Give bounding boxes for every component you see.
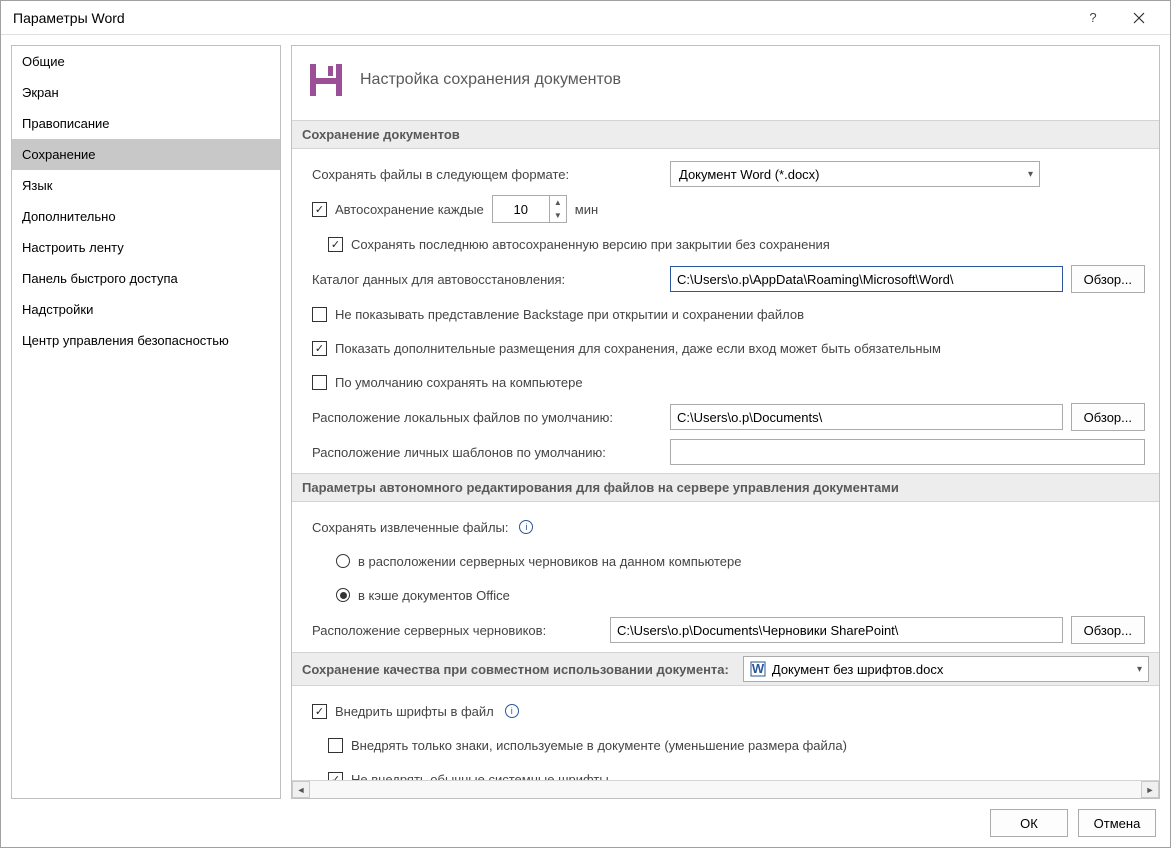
info-icon[interactable]: i	[519, 520, 533, 534]
ok-button[interactable]: ОК	[990, 809, 1068, 837]
scroll-left-icon[interactable]: ◄	[292, 781, 310, 798]
close-icon	[1133, 12, 1145, 24]
section-offline-editing: Параметры автономного редактирования для…	[292, 473, 1159, 502]
sharing-quality-label: Сохранение качества при совместном испол…	[302, 662, 729, 677]
info-icon[interactable]: i	[505, 704, 519, 718]
sidebar-item-3[interactable]: Сохранение	[12, 139, 280, 170]
server-drafts-path-label: Расположение серверных черновиков:	[312, 623, 602, 638]
default-local-browse-button[interactable]: Обзор...	[1071, 403, 1145, 431]
default-local-path-label: Расположение локальных файлов по умолчан…	[312, 410, 662, 425]
office-document-cache-radio[interactable]	[336, 588, 350, 602]
embed-fonts-checkbox[interactable]	[312, 704, 327, 719]
cancel-button[interactable]: Отмена	[1078, 809, 1156, 837]
autorecover-path-label: Каталог данных для автовосстановления:	[312, 272, 662, 287]
sidebar-item-5[interactable]: Дополнительно	[12, 201, 280, 232]
autorecover-browse-button[interactable]: Обзор...	[1071, 265, 1145, 293]
sidebar-item-6[interactable]: Настроить ленту	[12, 232, 280, 263]
autosave-minutes-input[interactable]	[493, 196, 549, 222]
save-icon	[306, 60, 346, 100]
sidebar-item-4[interactable]: Язык	[12, 170, 280, 201]
show-additional-places-checkbox[interactable]	[312, 341, 327, 356]
document-select[interactable]: W Документ без шрифтов.docx	[743, 656, 1149, 682]
server-drafts-location-label: в расположении серверных черновиков на д…	[358, 554, 741, 569]
server-drafts-location-radio[interactable]	[336, 554, 350, 568]
save-to-computer-checkbox[interactable]	[312, 375, 327, 390]
page-title: Настройка сохранения документов	[360, 71, 621, 89]
word-doc-icon: W	[750, 661, 766, 677]
save-format-select[interactable]: Документ Word (*.docx)	[670, 161, 1040, 187]
no-backstage-label: Не показывать представление Backstage пр…	[335, 307, 804, 322]
embed-subset-checkbox[interactable]	[328, 738, 343, 753]
server-drafts-path-input[interactable]	[610, 617, 1063, 643]
no-backstage-checkbox[interactable]	[312, 307, 327, 322]
dialog-footer: ОК Отмена	[1, 799, 1170, 847]
word-options-dialog: Параметры Word ? ОбщиеЭкранПравописаниеС…	[0, 0, 1171, 848]
dialog-body: ОбщиеЭкранПравописаниеСохранениеЯзыкДопо…	[1, 35, 1170, 799]
autosave-label: Автосохранение каждые	[335, 202, 484, 217]
save-checked-out-label: Сохранять извлеченные файлы:	[312, 520, 508, 535]
show-additional-places-label: Показать дополнительные размещения для с…	[335, 341, 941, 356]
page-header: Настройка сохранения документов	[306, 60, 1145, 100]
section-sharing-quality: Сохранение качества при совместном испол…	[292, 652, 1159, 686]
sidebar-item-9[interactable]: Центр управления безопасностью	[12, 325, 280, 356]
keep-last-autosave-label: Сохранять последнюю автосохраненную верс…	[351, 237, 830, 252]
no-system-fonts-label: Не внедрять обычные системные шрифты	[351, 772, 609, 781]
personal-templates-input[interactable]	[670, 439, 1145, 465]
spinner-up-icon[interactable]: ▲	[550, 196, 566, 209]
spinner-down-icon[interactable]: ▼	[550, 209, 566, 222]
titlebar: Параметры Word ?	[1, 1, 1170, 35]
autosave-minutes-spinner[interactable]: ▲ ▼	[492, 195, 567, 223]
no-system-fonts-checkbox[interactable]	[328, 772, 343, 781]
autosave-checkbox[interactable]	[312, 202, 327, 217]
personal-templates-label: Расположение личных шаблонов по умолчани…	[312, 445, 662, 460]
close-button[interactable]	[1116, 2, 1162, 34]
sidebar-item-2[interactable]: Правописание	[12, 108, 280, 139]
help-button[interactable]: ?	[1070, 2, 1116, 34]
keep-last-autosave-checkbox[interactable]	[328, 237, 343, 252]
autorecover-path-input[interactable]	[670, 266, 1063, 292]
content-panel: Настройка сохранения документов Сохранен…	[291, 45, 1160, 799]
sidebar-item-1[interactable]: Экран	[12, 77, 280, 108]
svg-text:W: W	[752, 661, 765, 676]
sidebar-item-0[interactable]: Общие	[12, 46, 280, 77]
sidebar: ОбщиеЭкранПравописаниеСохранениеЯзыкДопо…	[11, 45, 281, 799]
horizontal-scrollbar[interactable]: ◄ ►	[292, 780, 1159, 798]
server-drafts-browse-button[interactable]: Обзор...	[1071, 616, 1145, 644]
section-save-documents: Сохранение документов	[292, 120, 1159, 149]
sidebar-item-8[interactable]: Надстройки	[12, 294, 280, 325]
embed-fonts-label: Внедрить шрифты в файл	[335, 704, 494, 719]
save-format-label: Сохранять файлы в следующем формате:	[312, 167, 662, 182]
save-format-value: Документ Word (*.docx)	[679, 167, 820, 182]
document-select-value: Документ без шрифтов.docx	[772, 662, 943, 677]
default-local-path-input[interactable]	[670, 404, 1063, 430]
sidebar-item-7[interactable]: Панель быстрого доступа	[12, 263, 280, 294]
scroll-right-icon[interactable]: ►	[1141, 781, 1159, 798]
embed-subset-label: Внедрять только знаки, используемые в до…	[351, 738, 847, 753]
content-scroll[interactable]: Настройка сохранения документов Сохранен…	[292, 46, 1159, 780]
scroll-track[interactable]	[310, 781, 1141, 798]
office-document-cache-label: в кэше документов Office	[358, 588, 510, 603]
dialog-title: Параметры Word	[13, 10, 1070, 26]
autosave-unit-label: мин	[575, 202, 598, 217]
save-to-computer-label: По умолчанию сохранять на компьютере	[335, 375, 583, 390]
